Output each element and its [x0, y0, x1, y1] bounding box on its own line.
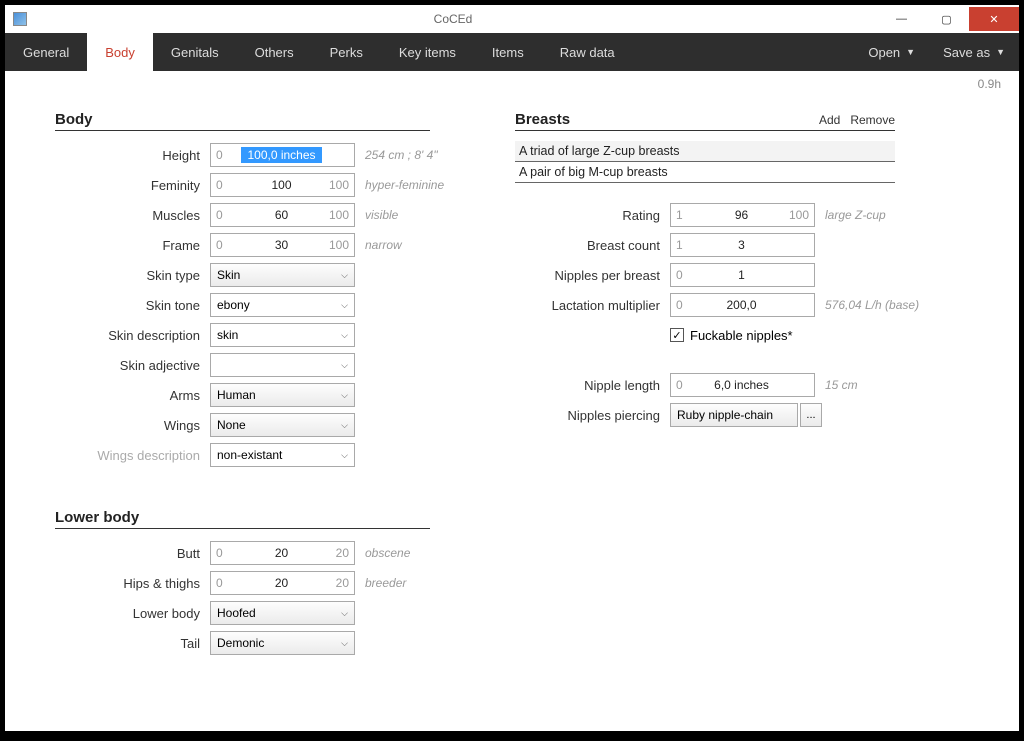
section-lower-title: Lower body	[55, 509, 430, 529]
butt-label: Butt	[55, 546, 210, 561]
muscles-input[interactable]: 060100	[210, 203, 355, 227]
fuckable-label: Fuckable nipples*	[690, 328, 793, 343]
rating-hint: large Z-cup	[825, 208, 886, 222]
chevron-down-icon: ⌵	[341, 390, 348, 401]
feminity-label: Feminity	[55, 178, 210, 193]
frame-hint: narrow	[365, 238, 402, 252]
rating-input[interactable]: 196100	[670, 203, 815, 227]
wings-desc-select[interactable]: non-existant⌵	[210, 443, 355, 467]
nipple-length-input[interactable]: 06,0 inches	[670, 373, 815, 397]
section-breasts-title: Breasts Add Remove	[515, 111, 895, 131]
tab-genitals[interactable]: Genitals	[153, 33, 237, 71]
tab-raw-data[interactable]: Raw data	[542, 33, 633, 71]
nipples-piercing-more-button[interactable]: ...	[800, 403, 822, 427]
app-icon	[13, 12, 27, 26]
tab-perks[interactable]: Perks	[312, 33, 381, 71]
tab-others[interactable]: Others	[237, 33, 312, 71]
skin-desc-select[interactable]: skin⌵	[210, 323, 355, 347]
menubar: General Body Genitals Others Perks Key i…	[5, 33, 1019, 71]
breast-count-label: Breast count	[515, 238, 670, 253]
open-menu[interactable]: Open ▼	[854, 33, 929, 71]
chevron-down-icon: ⌵	[341, 300, 348, 311]
close-button[interactable]: ✕	[969, 7, 1019, 31]
maximize-button[interactable]: ▢	[924, 7, 969, 31]
chevron-down-icon: ⌵	[341, 450, 348, 461]
chevron-down-icon: ⌵	[341, 608, 348, 619]
saveas-menu[interactable]: Save as ▼	[929, 33, 1019, 71]
caret-down-icon: ▼	[906, 47, 915, 57]
hips-input[interactable]: 02020	[210, 571, 355, 595]
window-title: CoCEd	[27, 12, 879, 26]
nipples-per-breast-input[interactable]: 01	[670, 263, 815, 287]
feminity-input[interactable]: 0100100	[210, 173, 355, 197]
tab-body[interactable]: Body	[87, 33, 153, 71]
butt-hint: obscene	[365, 546, 410, 560]
minimize-button[interactable]: —	[879, 7, 924, 31]
lower-body-label: Lower body	[55, 606, 210, 621]
fuckable-checkbox[interactable]: ✓	[670, 328, 684, 342]
lactation-input[interactable]: 0200,0	[670, 293, 815, 317]
arms-select[interactable]: Human⌵	[210, 383, 355, 407]
saveas-label: Save as	[943, 45, 990, 60]
muscles-label: Muscles	[55, 208, 210, 223]
butt-input[interactable]: 02020	[210, 541, 355, 565]
breasts-title-text: Breasts	[515, 111, 570, 128]
open-label: Open	[868, 45, 900, 60]
tail-label: Tail	[55, 636, 210, 651]
wings-desc-label: Wings description	[55, 448, 210, 463]
arms-label: Arms	[55, 388, 210, 403]
chevron-down-icon: ⌵	[341, 270, 348, 281]
skin-desc-label: Skin description	[55, 328, 210, 343]
nipple-length-label: Nipple length	[515, 378, 670, 393]
height-hint: 254 cm ; 8' 4"	[365, 148, 438, 162]
nipple-length-hint: 15 cm	[825, 378, 858, 392]
breasts-list-item[interactable]: A triad of large Z-cup breasts	[515, 141, 895, 162]
feminity-hint: hyper-feminine	[365, 178, 444, 192]
height-input[interactable]: 0100,0 inches	[210, 143, 355, 167]
tab-key-items[interactable]: Key items	[381, 33, 474, 71]
skin-adj-select[interactable]: ⌵	[210, 353, 355, 377]
nipples-piercing-select[interactable]: Ruby nipple-chain	[670, 403, 798, 427]
hips-hint: breeder	[365, 576, 406, 590]
frame-input[interactable]: 030100	[210, 233, 355, 257]
rating-label: Rating	[515, 208, 670, 223]
nipples-piercing-label: Nipples piercing	[515, 408, 670, 423]
tab-general[interactable]: General	[5, 33, 87, 71]
tab-items[interactable]: Items	[474, 33, 542, 71]
frame-label: Frame	[55, 238, 210, 253]
breasts-add-button[interactable]: Add	[819, 113, 840, 127]
nipples-per-breast-label: Nipples per breast	[515, 268, 670, 283]
caret-down-icon: ▼	[996, 47, 1005, 57]
lactation-hint: 576,04 L/h (base)	[825, 298, 919, 312]
tail-select[interactable]: Demonic⌵	[210, 631, 355, 655]
lower-body-select[interactable]: Hoofed⌵	[210, 601, 355, 625]
skin-tone-label: Skin tone	[55, 298, 210, 313]
chevron-down-icon: ⌵	[341, 420, 348, 431]
wings-label: Wings	[55, 418, 210, 433]
breasts-remove-button[interactable]: Remove	[850, 113, 895, 127]
skin-type-select[interactable]: Skin⌵	[210, 263, 355, 287]
breasts-list-item[interactable]: A pair of big M-cup breasts	[515, 162, 895, 183]
section-body-title: Body	[55, 111, 430, 131]
chevron-down-icon: ⌵	[341, 638, 348, 649]
skin-tone-select[interactable]: ebony⌵	[210, 293, 355, 317]
wings-select[interactable]: None⌵	[210, 413, 355, 437]
titlebar: CoCEd — ▢ ✕	[5, 5, 1019, 33]
breast-count-input[interactable]: 13	[670, 233, 815, 257]
lactation-label: Lactation multiplier	[515, 298, 670, 313]
hips-label: Hips & thighs	[55, 576, 210, 591]
chevron-down-icon: ⌵	[341, 360, 348, 371]
height-label: Height	[55, 148, 210, 163]
version-label: 0.9h	[978, 77, 1001, 91]
skin-type-label: Skin type	[55, 268, 210, 283]
chevron-down-icon: ⌵	[341, 330, 348, 341]
skin-adj-label: Skin adjective	[55, 358, 210, 373]
muscles-hint: visible	[365, 208, 398, 222]
